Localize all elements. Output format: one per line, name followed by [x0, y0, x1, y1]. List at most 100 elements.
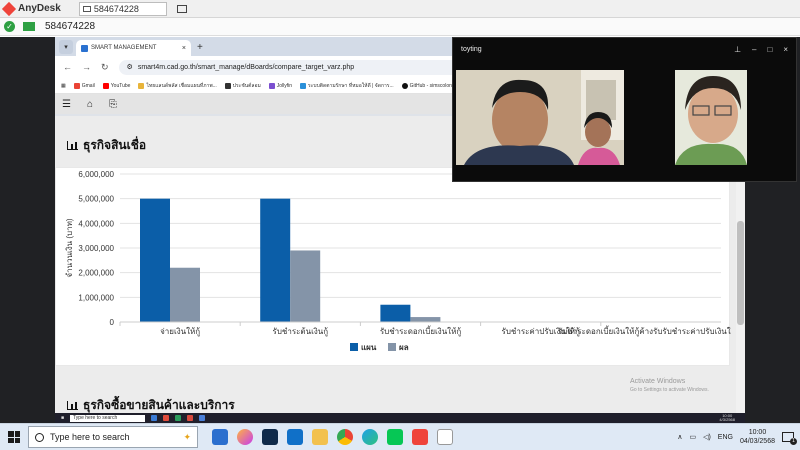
bookmark-youtube[interactable]: YouTube: [102, 82, 130, 89]
section-title-text: ธุรกิจสินเชื่อ: [83, 138, 147, 152]
maximize-icon[interactable]: □: [767, 45, 772, 54]
y-axis-label: จำนวนเงิน (บาท): [65, 218, 74, 277]
search-icon: [35, 432, 44, 442]
bookmark-4[interactable]: ประชันต์ลอม: [224, 82, 261, 90]
favicon-icon: [81, 44, 88, 52]
notification-center-icon[interactable]: 1: [782, 432, 797, 445]
bar-actual: [410, 317, 441, 322]
y-tick-label: 1,000,000: [78, 293, 114, 302]
bookmark-jellyfin[interactable]: Jollyfin: [268, 82, 292, 89]
video-call-header: toyting ⊥ – □ ×: [453, 38, 796, 60]
youtube-icon: [102, 82, 109, 89]
chart-card: 0 1,000,000 2,000,000 3,000,000 4,000,000 5,0…: [55, 167, 745, 366]
jellyfin-icon: [268, 82, 275, 89]
y-tick-label: 6,000,000: [78, 170, 114, 179]
edge-icon[interactable]: [362, 429, 378, 445]
bookmark-6[interactable]: ระบบติดตามรักษา ที่หมอให้ดี | จัดการ...: [300, 82, 394, 90]
outlook-icon[interactable]: [287, 429, 303, 445]
video-call-window[interactable]: toyting ⊥ – □ ×: [452, 37, 797, 182]
store-icon[interactable]: [212, 429, 228, 445]
apps-grid-icon[interactable]: ▦: [61, 83, 66, 89]
pinned-apps: [212, 429, 453, 445]
participant-video-2: [675, 70, 747, 165]
show-hidden-icons-chevron-icon[interactable]: ∧: [677, 433, 682, 441]
x-tick-label: รับชำระดอกเบี้ยเงินให้กู้: [380, 325, 462, 337]
document-icon[interactable]: [437, 429, 453, 445]
new-tab-plus-icon[interactable]: +: [197, 42, 203, 53]
windows-logo-icon: [8, 431, 20, 443]
language-indicator[interactable]: ENG: [718, 434, 733, 441]
x-tick-label: จ่ายเงินให้กู้: [160, 327, 200, 337]
minimize-icon[interactable]: –: [752, 45, 756, 54]
credit-chart: 0 1,000,000 2,000,000 3,000,000 4,000,000 5,0…: [65, 170, 745, 352]
url-text: smart4m.cad.go.th/smart_manage/dBoards/c…: [137, 63, 355, 71]
anydesk-taskbar-icon[interactable]: [412, 429, 428, 445]
remote-app-icon[interactable]: [187, 415, 194, 421]
remote-app-icon[interactable]: [151, 415, 158, 421]
legend-swatch: [388, 343, 396, 351]
home-icon[interactable]: ⌂: [87, 99, 93, 110]
scrollbar-thumb[interactable]: [737, 221, 744, 325]
chrome-icon[interactable]: [337, 429, 353, 445]
taskbar-search-box[interactable]: Type here to search ✦: [28, 426, 198, 448]
bookmark-3[interactable]: ไทยแลนด์พลัส เชื่อมแผนที่ภาพ...: [138, 82, 217, 90]
remote-date: 4/3/2568: [719, 417, 735, 422]
connected-check-icon: ✓: [4, 21, 15, 32]
bookmark-gmail[interactable]: Gmail: [73, 82, 95, 89]
bar-actual: [290, 250, 321, 322]
hamburger-menu-icon[interactable]: ☰: [62, 99, 71, 110]
y-tick-label: 2,000,000: [78, 269, 114, 278]
address-bar[interactable]: ⚙ smart4m.cad.go.th/smart_manage/dBoards…: [118, 59, 499, 75]
pin-icon[interactable]: ⊥: [734, 45, 741, 54]
photoshop-icon[interactable]: [262, 429, 278, 445]
close-tab-icon[interactable]: ×: [182, 45, 186, 52]
reload-icon[interactable]: ↻: [101, 62, 109, 73]
file-explorer-icon[interactable]: [312, 429, 328, 445]
start-button[interactable]: [0, 424, 28, 450]
remote-app-icon[interactable]: [175, 415, 182, 421]
system-tray: ∧ ▭ ◁) ENG 10:00 04/03/2568 1: [677, 428, 800, 446]
anydesk-logo: AnyDesk: [0, 1, 61, 16]
bookmark-label: ระบบติดตามรักษา ที่หมอให้ดี | จัดการ...: [308, 82, 394, 89]
participant-1-image: [456, 70, 624, 165]
line-icon[interactable]: [387, 429, 403, 445]
exit-icon[interactable]: ⎘: [109, 99, 117, 110]
copilot-icon[interactable]: [237, 429, 253, 445]
bookmark-label: Gmail: [81, 82, 95, 89]
y-tick-label: 3,000,000: [78, 244, 114, 253]
browser-tab[interactable]: SMART MANAGEMENT ×: [76, 40, 191, 56]
remote-pc-icon[interactable]: [23, 22, 35, 31]
search-placeholder: Type here to search: [50, 432, 130, 442]
anydesk-session-tab[interactable]: 584674228: [78, 1, 167, 16]
forward-arrow-icon[interactable]: →: [82, 62, 91, 72]
caller-name: toyting: [461, 45, 482, 53]
speaker-icon[interactable]: ◁): [703, 433, 711, 441]
bookmark-label: ประชันต์ลอม: [232, 82, 261, 89]
anydesk-tab-id: 584674228: [93, 3, 139, 14]
site-info-icon[interactable]: ⚙: [127, 63, 133, 71]
clock-date: 04/03/2568: [739, 438, 775, 445]
new-session-monitor-icon[interactable]: [176, 4, 187, 13]
remote-desktop[interactable]: ▾ SMART MANAGEMENT × + ← → ↻ ⚙ smart4m.c…: [0, 37, 800, 423]
back-arrow-icon[interactable]: ←: [63, 62, 72, 72]
legend-label: ผล: [399, 343, 409, 352]
bookmark-label: ไทยแลนด์พลัส เชื่อมแผนที่ภาพ...: [146, 82, 217, 89]
remote-app-icon[interactable]: [199, 415, 206, 421]
close-icon[interactable]: ×: [783, 45, 788, 54]
watermark-subtitle: Go to Settings to activate Windows.: [630, 387, 709, 393]
video-window-controls: ⊥ – □ ×: [734, 45, 796, 54]
legend-swatch: [350, 343, 358, 351]
gmail-icon: [73, 82, 80, 89]
tab-search-chevron-icon[interactable]: ▾: [59, 40, 73, 54]
remote-app-icon[interactable]: [163, 415, 170, 421]
clock-time: 10:00: [748, 429, 767, 436]
network-icon[interactable]: ▭: [689, 433, 696, 441]
remote-taskbar: ■ Type here to search 10:00 4/3/2568: [55, 413, 745, 423]
remote-start-icon[interactable]: ■: [61, 415, 64, 421]
bar-plan: [380, 304, 411, 322]
section-credit-title: ธุรกิจสินเชื่อ: [67, 136, 146, 155]
remote-search-box[interactable]: Type here to search: [70, 414, 146, 422]
anydesk-window: AnyDesk 584674228 ✓ 584674228 ▾ SMART MA…: [0, 0, 800, 450]
participant-video-1: [456, 70, 624, 165]
taskbar-clock[interactable]: 10:00 04/03/2568: [740, 428, 775, 446]
